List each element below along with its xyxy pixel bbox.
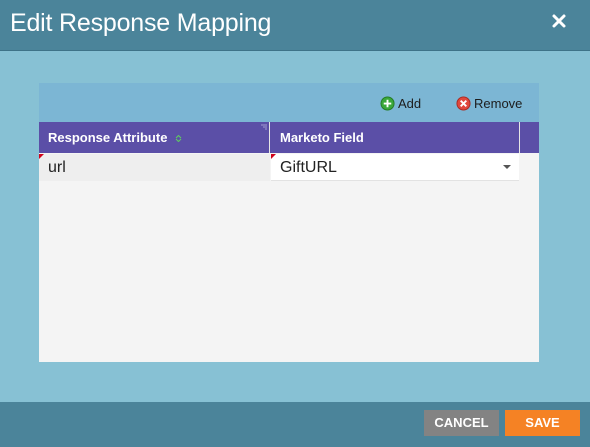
sort-icon <box>175 135 182 143</box>
dialog-title: Edit Response Mapping <box>10 9 272 37</box>
column-label: Response Attribute <box>48 130 168 145</box>
chevron-down-icon[interactable] <box>503 165 511 169</box>
column-label: Marketo Field <box>280 130 364 145</box>
remove-button[interactable]: Remove <box>456 95 522 111</box>
dirty-marker <box>271 154 276 159</box>
dirty-marker <box>39 154 44 159</box>
marketo-field-value: GiftURL <box>280 159 337 176</box>
close-icon[interactable] <box>550 12 568 30</box>
marketo-field-dropdown[interactable]: GiftURL <box>271 154 519 181</box>
save-button[interactable]: SAVE <box>505 410 580 436</box>
x-circle-icon <box>456 95 471 111</box>
response-attribute-value: url <box>48 159 66 176</box>
dialog-footer: CANCEL SAVE <box>0 402 590 447</box>
mapping-grid: Add Remove Response Attribute Marketo Fi… <box>39 83 539 362</box>
table-row[interactable]: url GiftURL <box>39 153 539 182</box>
column-header-marketo-field[interactable]: Marketo Field <box>271 122 520 153</box>
grid-toolbar: Add Remove <box>39 83 539 122</box>
add-button[interactable]: Add <box>380 95 421 111</box>
column-header-response-attribute[interactable]: Response Attribute <box>39 122 270 153</box>
response-attribute-cell[interactable]: url <box>39 154 270 181</box>
add-label: Add <box>398 95 422 111</box>
remove-label: Remove <box>474 95 523 111</box>
cancel-button[interactable]: CANCEL <box>424 410 499 436</box>
plus-circle-icon <box>380 95 395 111</box>
grid-header: Response Attribute Marketo Field <box>39 122 539 153</box>
dialog-header: Edit Response Mapping <box>0 0 590 51</box>
dialog-body: Add Remove Response Attribute Marketo Fi… <box>0 52 590 402</box>
resize-grip-icon[interactable] <box>260 124 267 131</box>
